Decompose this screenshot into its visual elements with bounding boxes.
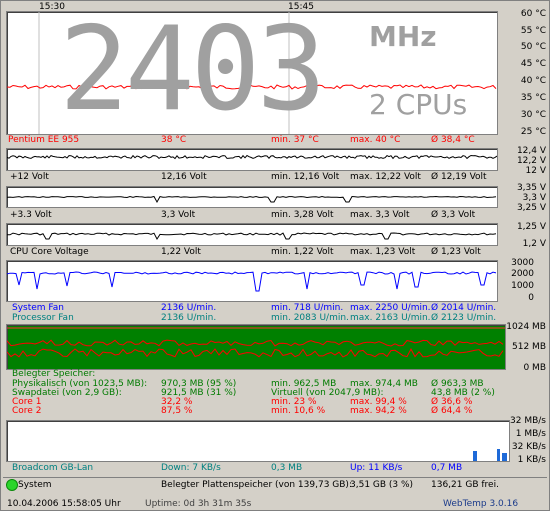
v33-avg: Ø 3,3 Volt <box>431 210 476 220</box>
processor-fan-min: min. 2083 U/min. <box>271 313 349 323</box>
system-fan-label: System Fan <box>12 303 64 313</box>
system-fan-current: 2136 U/min. <box>161 303 217 313</box>
v12-avg: Ø 12,19 Volt <box>431 172 487 182</box>
fan-tick: 3000 <box>511 258 534 268</box>
temp-tick: 55 °C <box>520 26 546 36</box>
temp-min: min. 37 °C <box>271 135 319 145</box>
memory-core1-line <box>7 339 504 347</box>
v33-current: 3,3 Volt <box>161 210 196 220</box>
core-current: 1,22 Volt <box>161 247 201 257</box>
system-fan-max: max. 2250 U/min. <box>350 303 431 313</box>
fan-graph <box>6 260 498 302</box>
v12-tick: 12,4 V <box>516 146 546 156</box>
system-fan-avg: Ø 2014 U/min. <box>431 303 497 313</box>
core-tick: 1,25 V <box>516 222 546 232</box>
network-up: Up: 11 KB/s <box>350 463 403 473</box>
network-down: Down: 7 KB/s <box>161 463 221 473</box>
temp-tick: 35 °C <box>520 93 546 103</box>
core-voltage-graph <box>6 223 498 246</box>
core-label: CPU Core Voltage <box>10 247 89 257</box>
v33-tick: 3,35 V <box>516 183 546 193</box>
core2-avg: Ø 64,4 % <box>431 406 473 416</box>
datetime: 10.04.2006 15:58:05 Uhr <box>7 499 121 509</box>
v12-current: 12,16 Volt <box>161 172 207 182</box>
net-tick: 32 MB/s <box>510 416 546 426</box>
disk-used: 3,51 GB (3 %) <box>350 480 414 490</box>
v33-min: min. 3,28 Volt <box>271 210 334 220</box>
processor-fan-avg: Ø 2123 U/min. <box>431 313 497 323</box>
mem-tick: 1024 MB <box>506 322 546 332</box>
disk-label: Belegter Plattenspeicher (von 139,73 GB)… <box>161 480 352 490</box>
v12-tick: 12,2 V <box>516 156 546 166</box>
core-min: min. 1,22 Volt <box>271 247 334 257</box>
v33-max: max. 3,3 Volt <box>350 210 410 220</box>
v12-max: max. 12,22 Volt <box>350 172 421 182</box>
v33-label: +3.3 Volt <box>10 210 52 220</box>
core-max: max. 1,23 Volt <box>350 247 416 257</box>
processor-fan-label: Processor Fan <box>12 313 74 323</box>
v33-tick: 3,25 V <box>516 203 546 213</box>
cpu-count: 2 CPUs <box>369 88 468 121</box>
fan-tick: 2000 <box>511 269 534 279</box>
frequency-unit: MHz <box>369 20 437 53</box>
temp-sensor-label: Pentium EE 955 <box>8 135 80 145</box>
temp-tick: 50 °C <box>520 42 546 52</box>
core-avg: Ø 1,23 Volt <box>431 247 481 257</box>
temp-avg: Ø 38,4 °C <box>431 135 475 145</box>
memory-graph <box>6 324 506 370</box>
v12-tick: 12 V <box>525 166 546 176</box>
v33-line <box>7 195 497 204</box>
v12-line <box>7 154 497 160</box>
net-tick: 1 MB/s <box>515 429 546 439</box>
processor-fan-current: 2136 U/min. <box>161 313 217 323</box>
temp-current: 38 °C <box>161 135 187 145</box>
v33-tick: 3,3 V <box>522 193 546 203</box>
disk-free: 136,21 GB frei. <box>431 480 499 490</box>
temp-tick: 25 °C <box>520 127 546 137</box>
net-bar <box>473 451 477 461</box>
v12-graph <box>6 148 498 171</box>
memory-header: Belegter Speicher: <box>12 369 96 379</box>
network-up-total: 0,7 MB <box>431 463 463 473</box>
status-system-label: System <box>18 480 52 490</box>
mem-tick: 512 MB <box>512 342 546 352</box>
temp-tick: 60 °C <box>520 9 546 19</box>
v12-min: min. 12,16 Volt <box>271 172 340 182</box>
fan-tick: 0 <box>528 293 534 303</box>
system-fan-min: min. 718 U/min. <box>271 303 344 313</box>
core2-label: Core 2 <box>12 406 42 416</box>
core2-min: min. 10,6 % <box>271 406 326 416</box>
net-tick: 1 KB/s <box>517 455 546 465</box>
net-tick: 32 KB/s <box>511 442 546 452</box>
v12-label: +12 Volt <box>10 172 49 182</box>
mem-tick: 0 MB <box>523 363 546 373</box>
temp-max: max. 40 °C <box>350 135 401 145</box>
core2-current: 87,5 % <box>161 406 193 416</box>
uptime: Uptime: 0d 3h 31m 35s <box>145 499 252 509</box>
temp-tick: 30 °C <box>520 110 546 120</box>
fan-tick: 1000 <box>511 281 534 291</box>
temp-tick: 40 °C <box>520 76 546 86</box>
cpu-frequency-big: 2403 <box>59 11 326 135</box>
temperature-graph: 2403 MHz 2 CPUs <box>6 11 498 135</box>
temp-tick: 45 °C <box>520 59 546 69</box>
memory-core2-line <box>7 348 504 358</box>
v33-graph <box>6 186 498 208</box>
app-version: WebTemp 3.0.16 <box>443 499 519 509</box>
core2-max: max. 94,2 % <box>350 406 407 416</box>
processor-fan-max: max. 2163 U/min. <box>350 313 431 323</box>
core-voltage-line <box>7 232 497 240</box>
network-adapter-label: Broadcom GB-Lan <box>12 463 94 473</box>
webtemp-window: 15:30 15:45 2403 MHz 2 CPUs 60 °C 55 °C … <box>0 0 550 511</box>
status-led-icon <box>6 479 18 491</box>
network-down-total: 0,3 MB <box>271 463 303 473</box>
core-tick: 1,2 V <box>522 239 546 249</box>
fan-line <box>7 271 497 292</box>
network-graph <box>6 420 510 462</box>
